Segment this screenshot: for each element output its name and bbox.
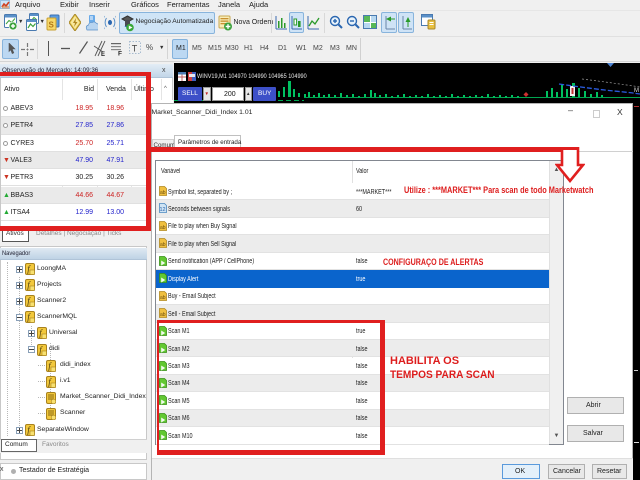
- svg-text:ab: ab: [160, 242, 166, 248]
- svg-text:T: T: [132, 44, 138, 54]
- svg-text:ab: ab: [160, 312, 166, 318]
- svg-text:F: F: [118, 51, 122, 57]
- svg-text:E: E: [101, 52, 105, 57]
- svg-text:12: 12: [160, 207, 166, 213]
- svg-text:ab: ab: [160, 295, 166, 301]
- svg-text:ab: ab: [160, 190, 166, 196]
- svg-text:S: S: [49, 21, 55, 30]
- svg-text:ab: ab: [160, 225, 166, 231]
